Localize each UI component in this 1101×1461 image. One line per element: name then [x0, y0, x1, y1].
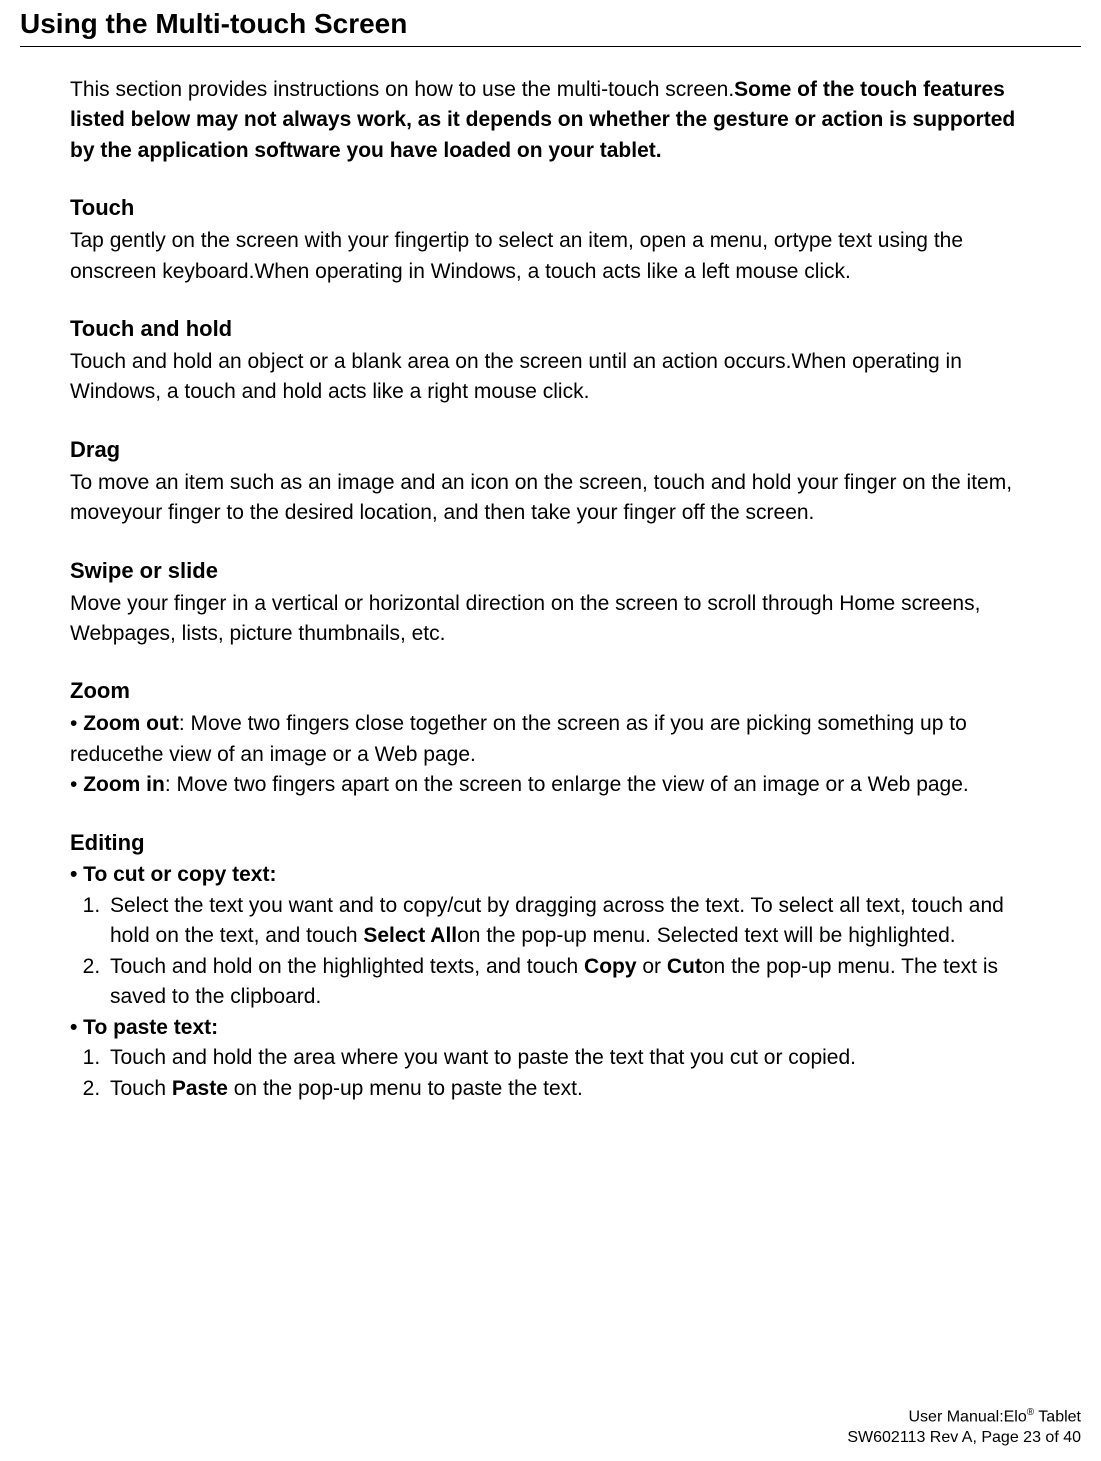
body-drag: To move an item such as an image and an … — [70, 468, 1021, 529]
footer-line-2: SW602113 Rev A, Page 23 of 40 — [847, 1428, 1081, 1449]
zoom-out-label: Zoom out — [83, 712, 179, 735]
section-swipe: Swipe or slide Move your finger in a ver… — [70, 555, 1021, 650]
content-body: This section provides instructions on ho… — [70, 75, 1021, 1104]
heading-touch: Touch — [70, 192, 1021, 224]
footer-line-1: User Manual:Elo® Tablet — [847, 1406, 1081, 1428]
p2c: on the pop-up menu to paste the text. — [228, 1077, 583, 1100]
heading-drag: Drag — [70, 434, 1021, 466]
cut-copy-steps: Select the text you want and to copy/cut… — [70, 891, 1021, 1013]
zoom-out-body: : Move two fingers close together on the… — [70, 712, 967, 765]
body-swipe: Move your finger in a vertical or horizo… — [70, 589, 1021, 650]
body-touch-hold: Touch and hold an object or a blank area… — [70, 347, 1021, 408]
paste-step-2: Touch Paste on the pop-up menu to paste … — [106, 1074, 1021, 1104]
heading-editing: Editing — [70, 827, 1021, 859]
heading-swipe: Swipe or slide — [70, 555, 1021, 587]
p2a: Touch — [110, 1077, 172, 1100]
paste-steps: Touch and hold the area where you want t… — [70, 1043, 1021, 1104]
cc2d: Cut — [667, 955, 702, 978]
section-editing: Editing • To cut or copy text: Select th… — [70, 827, 1021, 1104]
page-footer: User Manual:Elo® Tablet SW602113 Rev A, … — [847, 1406, 1081, 1449]
cc2b: Copy — [584, 955, 637, 978]
zoom-out-line: • Zoom out: Move two fingers close toget… — [70, 709, 1021, 770]
p2b: Paste — [172, 1077, 228, 1100]
intro-paragraph: This section provides instructions on ho… — [70, 75, 1021, 166]
cc1c: on the pop-up menu. Selected text will b… — [457, 924, 956, 947]
zoom-in-line: • Zoom in: Move two fingers apart on the… — [70, 770, 1021, 800]
page-title: Using the Multi-touch Screen — [20, 8, 1081, 40]
zoom-in-label: Zoom in — [83, 773, 165, 796]
footer-1a: User Manual:Elo — [908, 1408, 1026, 1425]
cut-copy-step-2: Touch and hold on the highlighted texts,… — [106, 952, 1021, 1013]
body-touch: Tap gently on the screen with your finge… — [70, 226, 1021, 287]
cut-copy-label: • To cut or copy text: — [70, 860, 1021, 890]
heading-zoom: Zoom — [70, 675, 1021, 707]
section-touch-hold: Touch and hold Touch and hold an object … — [70, 313, 1021, 408]
section-zoom: Zoom • Zoom out: Move two fingers close … — [70, 675, 1021, 800]
paste-step-1: Touch and hold the area where you want t… — [106, 1043, 1021, 1073]
cc1b: Select All — [363, 924, 457, 947]
cc2c: or — [637, 955, 667, 978]
section-touch: Touch Tap gently on the screen with your… — [70, 192, 1021, 287]
cc2a: Touch and hold on the highlighted texts,… — [110, 955, 584, 978]
section-drag: Drag To move an item such as an image an… — [70, 434, 1021, 529]
cut-copy-step-1: Select the text you want and to copy/cut… — [106, 891, 1021, 952]
zoom-in-body: : Move two fingers apart on the screen t… — [165, 773, 969, 796]
title-rule — [20, 46, 1081, 47]
paste-label: • To paste text: — [70, 1013, 1021, 1043]
intro-lead: This section provides instructions on ho… — [70, 78, 734, 101]
footer-1c: Tablet — [1034, 1408, 1081, 1425]
heading-touch-hold: Touch and hold — [70, 313, 1021, 345]
